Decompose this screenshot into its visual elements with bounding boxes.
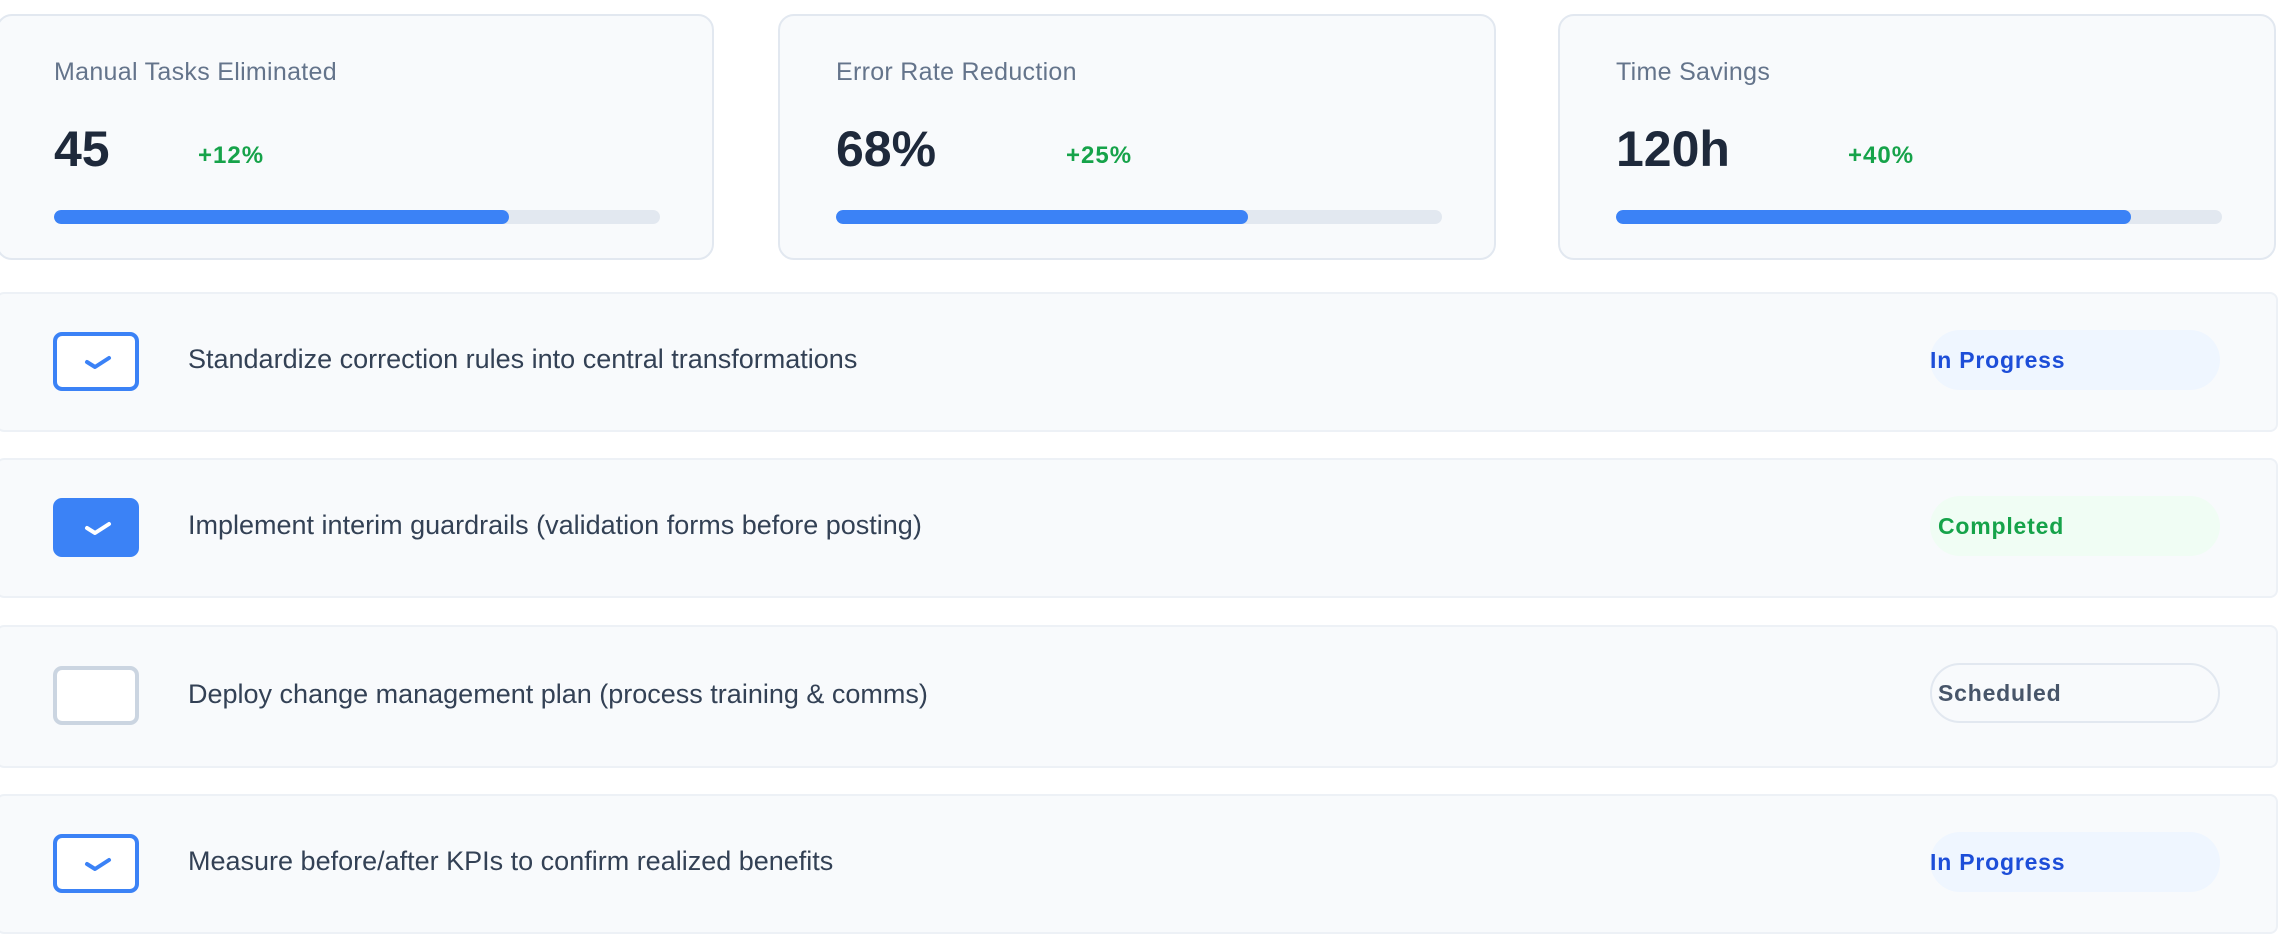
task-checkbox[interactable] xyxy=(53,834,139,893)
metric-label: Time Savings xyxy=(1616,58,1771,86)
metric-change: +12% xyxy=(198,142,265,169)
metric-progress-track xyxy=(54,210,660,224)
metric-progress-track xyxy=(836,210,1442,224)
task-item-interim-guardrails: Implement interim guardrails (validation… xyxy=(0,458,2278,598)
metric-value: 68% xyxy=(836,121,937,177)
metric-change: +40% xyxy=(1848,142,1915,169)
metric-progress-track xyxy=(1616,210,2222,224)
metric-value: 120h xyxy=(1616,121,1730,177)
task-item-standardize-rules: Standardize correction rules into centra… xyxy=(0,292,2278,432)
metric-card-manual-tasks: Manual Tasks Eliminated 45 +12% xyxy=(0,14,714,260)
status-badge: In Progress xyxy=(1930,330,2220,390)
task-item-change-management: Deploy change management plan (process t… xyxy=(0,625,2278,768)
metric-label: Manual Tasks Eliminated xyxy=(54,58,337,86)
status-badge-label: In Progress xyxy=(1930,347,2066,373)
task-label: Measure before/after KPIs to confirm rea… xyxy=(188,846,834,876)
status-badge: Completed xyxy=(1930,496,2220,556)
metric-progress-fill xyxy=(54,210,509,224)
metric-label: Error Rate Reduction xyxy=(836,58,1077,86)
task-checkbox[interactable] xyxy=(53,666,139,725)
task-checkbox[interactable] xyxy=(53,498,139,557)
task-checkbox[interactable] xyxy=(53,332,139,391)
metric-card-error-rate: Error Rate Reduction 68% +25% xyxy=(778,14,1496,260)
metrics-row: Manual Tasks Eliminated 45 +12% Error Ra… xyxy=(0,0,2287,270)
check-icon xyxy=(85,522,111,535)
task-label: Standardize correction rules into centra… xyxy=(188,344,858,374)
check-icon xyxy=(85,858,111,871)
check-icon xyxy=(85,356,111,369)
metric-progress-fill xyxy=(1616,210,2132,224)
status-badge-label: In Progress xyxy=(1930,849,2066,875)
status-badge-label: Completed xyxy=(1938,513,2065,539)
task-label: Deploy change management plan (process t… xyxy=(188,679,928,709)
task-label: Implement interim guardrails (validation… xyxy=(188,510,922,540)
status-badge: In Progress xyxy=(1930,832,2220,892)
task-item-measure-kpis: Measure before/after KPIs to confirm rea… xyxy=(0,794,2278,934)
status-badge: Scheduled xyxy=(1930,663,2220,723)
metric-value: 45 xyxy=(54,121,110,177)
metric-card-time-savings: Time Savings 120h +40% xyxy=(1558,14,2276,260)
status-badge-label: Scheduled xyxy=(1938,680,2062,706)
metric-change: +25% xyxy=(1066,142,1133,169)
metric-progress-fill xyxy=(836,210,1249,224)
